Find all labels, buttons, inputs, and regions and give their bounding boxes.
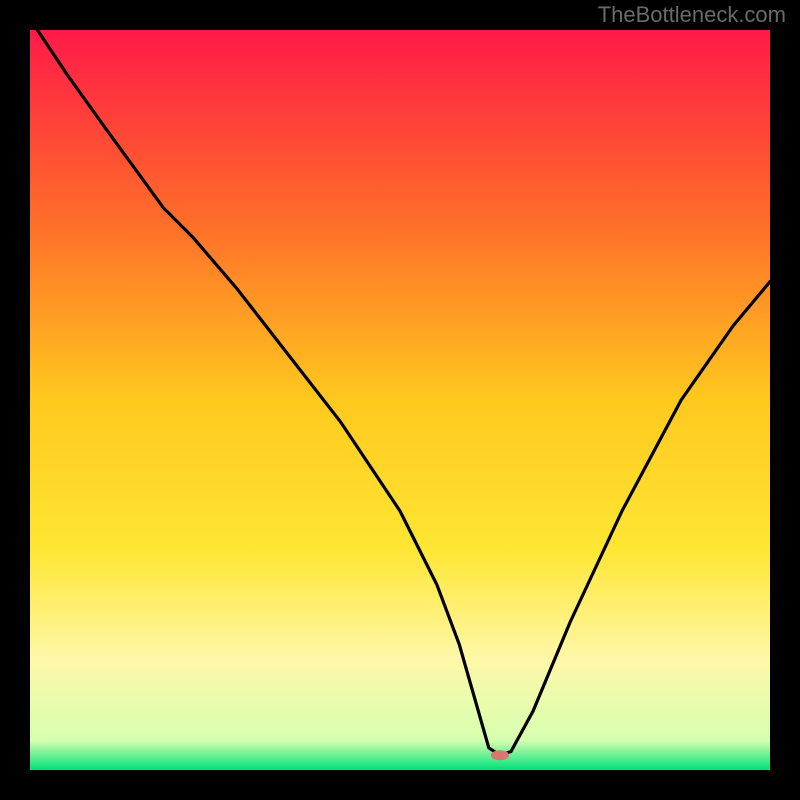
optimal-point-marker [491,750,509,760]
watermark-text: TheBottleneck.com [598,2,786,28]
chart-area [30,30,770,770]
gradient-background [30,30,770,770]
bottleneck-chart-svg [30,30,770,770]
